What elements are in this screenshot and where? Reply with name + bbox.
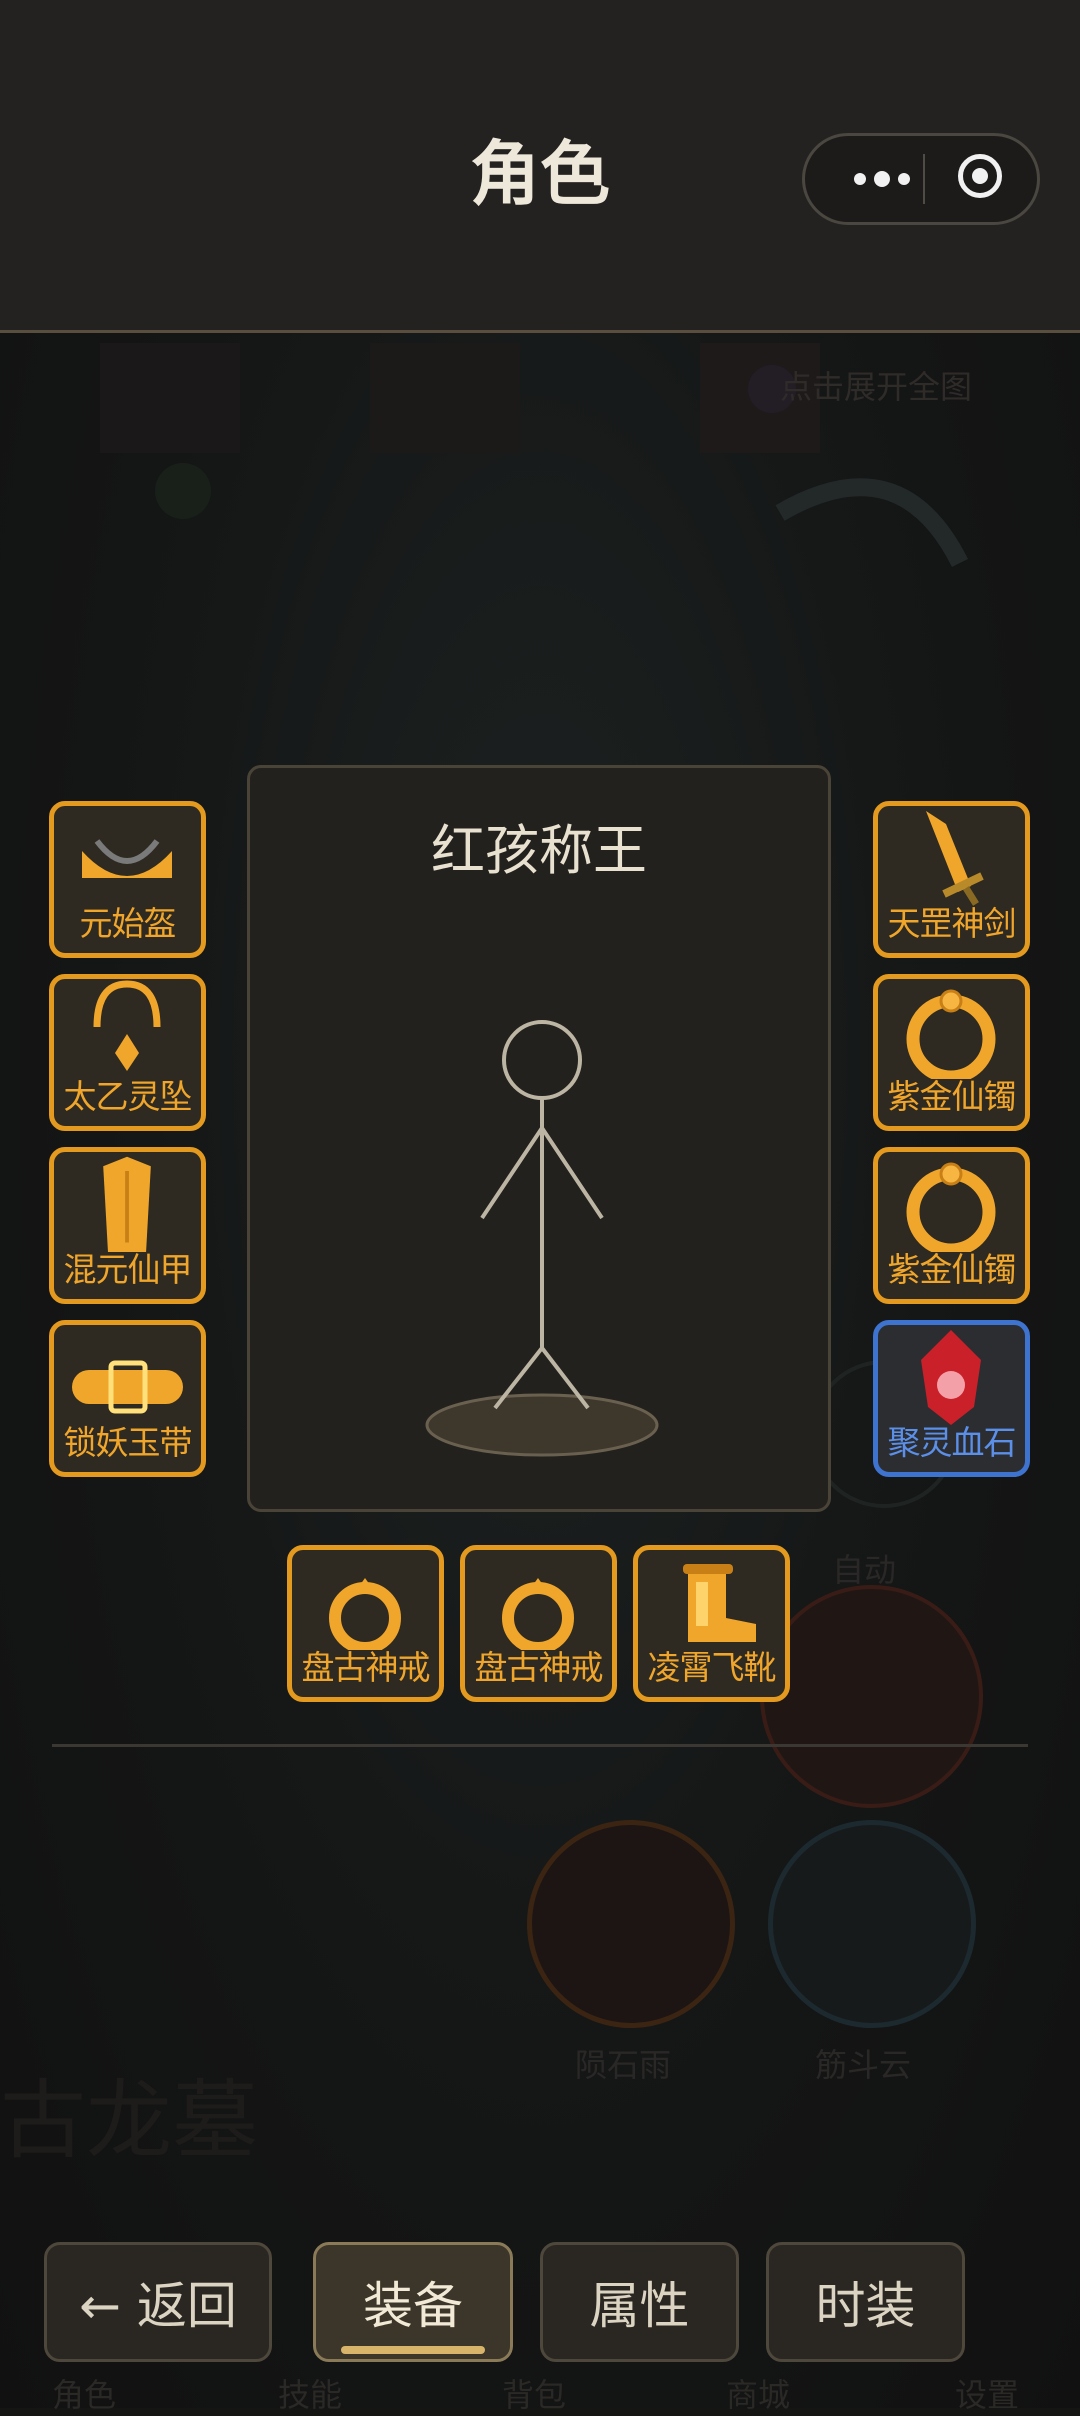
skill-meteor-label: 陨石雨 <box>575 2046 672 2084</box>
slot-label: 凌霄飞靴 <box>647 1648 777 1687</box>
skill-cloud-label: 筋斗云 <box>815 2046 912 2084</box>
slot-bracelet-2[interactable]: 紫金仙镯 <box>873 1147 1030 1304</box>
helmet-icon <box>82 839 172 878</box>
slot-label: 紫金仙镯 <box>887 1077 1017 1116</box>
belt-icon <box>72 1360 183 1414</box>
slot-label: 太乙灵坠 <box>63 1077 193 1116</box>
character-figure <box>425 1020 659 1457</box>
slot-sword[interactable]: 天罡神剑 <box>873 801 1030 958</box>
slot-ring-2[interactable]: 盘古神戒 <box>460 1545 617 1702</box>
sword-icon <box>926 811 984 906</box>
attack-button-bg <box>760 1585 983 1808</box>
tab-attributes[interactable]: 属性 <box>540 2242 739 2362</box>
slot-helmet[interactable]: 元始盔 <box>49 801 206 958</box>
more-dots-icon[interactable] <box>837 136 927 222</box>
slot-label: 盘古神戒 <box>301 1648 431 1687</box>
miniprogram-capsule <box>802 133 1040 225</box>
map-expand-hint: 点击展开全图 <box>780 368 973 406</box>
pendant-icon <box>93 980 161 1071</box>
ring-icon <box>502 1578 574 1650</box>
ring-icon <box>329 1578 401 1650</box>
slot-ring-1[interactable]: 盘古神戒 <box>287 1545 444 1702</box>
slot-label: 聚灵血石 <box>887 1423 1017 1462</box>
app-header: 角色 <box>0 0 1080 333</box>
red-gem-icon <box>921 1330 981 1425</box>
slot-belt[interactable]: 锁妖玉带 <box>49 1320 206 1477</box>
target-circle-icon[interactable] <box>958 154 1002 198</box>
nav-label-shop: 商城 <box>726 2376 791 2414</box>
capsule-divider <box>923 154 925 204</box>
slot-label: 紫金仙镯 <box>887 1250 1017 1289</box>
section-divider <box>52 1744 1028 1747</box>
slot-bracelet-1[interactable]: 紫金仙镯 <box>873 974 1030 1131</box>
auto-label: 自动 <box>832 1551 897 1589</box>
slot-boots[interactable]: 凌霄飞靴 <box>633 1545 790 1702</box>
bottom-tab-bar: 角色 技能 背包 商城 设置 ← 返回 装备 属性 时装 <box>0 2220 1080 2414</box>
tab-equipment[interactable]: 装备 <box>313 2242 513 2362</box>
back-button[interactable]: ← 返回 <box>44 2242 272 2362</box>
slot-label: 混元仙甲 <box>63 1250 193 1289</box>
bracelet-icon <box>906 989 996 1079</box>
slot-label: 锁妖玉带 <box>63 1423 193 1462</box>
nav-label-bag: 背包 <box>502 2376 567 2414</box>
location-name: 古龙墓 <box>0 2071 258 2171</box>
nav-label-settings: 设置 <box>955 2376 1020 2414</box>
slot-label: 元始盔 <box>79 904 177 943</box>
armor-icon <box>103 1156 151 1252</box>
tab-fashion[interactable]: 时装 <box>766 2242 965 2362</box>
slot-pendant[interactable]: 太乙灵坠 <box>49 974 206 1131</box>
nav-label-role: 角色 <box>52 2376 117 2414</box>
skill-meteor-bg <box>527 1820 735 2028</box>
slot-label: 盘古神戒 <box>474 1648 604 1687</box>
slot-armor[interactable]: 混元仙甲 <box>49 1147 206 1304</box>
nav-label-skill: 技能 <box>278 2376 343 2414</box>
slot-label: 天罡神剑 <box>887 904 1017 943</box>
slot-blood-stone[interactable]: 聚灵血石 <box>873 1320 1030 1477</box>
bracelet-icon <box>906 1162 996 1252</box>
character-preview: 红孩称王 <box>247 765 831 1512</box>
boot-icon <box>683 1564 756 1642</box>
skill-cloud-bg <box>768 1820 976 2028</box>
